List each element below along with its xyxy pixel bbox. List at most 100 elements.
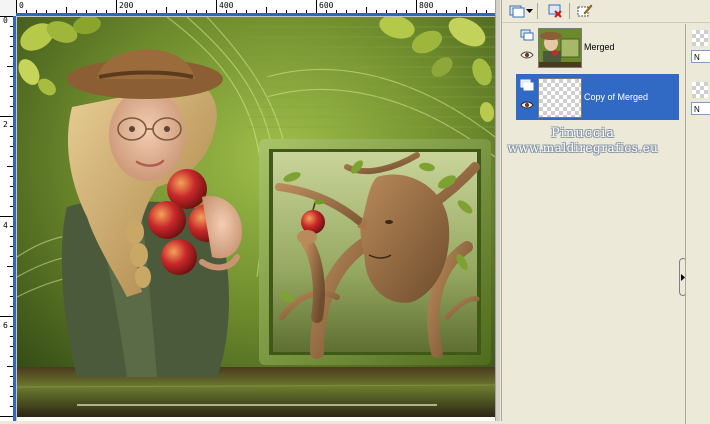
ruler-tick — [10, 86, 13, 87]
ruler-tick — [96, 10, 97, 13]
ruler-top-label: 400 — [219, 1, 234, 10]
layers-palette: Merged Copy of Merged N N — [501, 0, 710, 424]
ruler-tick — [7, 166, 13, 167]
ruler-tick — [10, 196, 13, 197]
ruler-tick — [116, 0, 117, 13]
ruler-tick — [10, 406, 13, 407]
ruler-tick — [46, 10, 47, 13]
ruler-tick — [10, 336, 13, 337]
ruler-tick — [0, 116, 13, 117]
ruler-tick — [10, 56, 13, 57]
ruler-tick — [10, 226, 13, 227]
ruler-tick — [26, 10, 27, 13]
ruler-tick — [456, 10, 457, 13]
layer-thumbnail — [538, 78, 582, 118]
ruler-tick — [10, 96, 13, 97]
ruler-tick — [86, 10, 87, 13]
ruler-tick — [10, 256, 13, 257]
blend-mode-field[interactable]: N — [691, 50, 710, 63]
layer-list: Merged Copy of Merged — [516, 24, 679, 414]
ruler-tick — [7, 66, 13, 67]
ruler-tick — [10, 296, 13, 297]
ruler-tick — [406, 10, 407, 13]
layer-transparency-swatch — [692, 30, 708, 46]
ruler-tick — [0, 416, 13, 417]
ruler-tick — [10, 46, 13, 47]
ruler-tick — [316, 0, 317, 13]
ruler-tick — [10, 176, 13, 177]
ruler-tick — [10, 276, 13, 277]
ruler-tick — [10, 286, 13, 287]
edit-brush-icon — [577, 4, 593, 17]
ruler-top: 0 200 400 600 800 — [16, 0, 500, 17]
ruler-tick — [10, 136, 13, 137]
visibility-eye-icon[interactable] — [520, 100, 534, 110]
canvas-vertical-scrollbar[interactable] — [495, 0, 500, 421]
ruler-left-highlight — [13, 16, 16, 421]
ruler-tick — [326, 10, 327, 13]
ruler-tick — [476, 10, 477, 13]
ruler-tick — [126, 10, 127, 13]
artwork-canvas[interactable] — [17, 17, 495, 417]
ruler-tick — [10, 306, 13, 307]
layer-type-dropdown[interactable] — [524, 2, 534, 20]
ruler-tick — [396, 10, 397, 13]
ruler-tick — [236, 10, 237, 13]
ruler-tick — [10, 356, 13, 357]
ruler-tick — [256, 10, 257, 13]
ruler-top-label: 200 — [119, 1, 134, 10]
ruler-tick — [196, 10, 197, 13]
ruler-top-label: 800 — [419, 1, 434, 10]
ruler-tick — [10, 36, 13, 37]
layer-name: Merged — [584, 42, 615, 52]
canvas-area[interactable]: 0 200 400 600 800 0 2 4 6 — [0, 0, 500, 421]
ruler-tick — [356, 10, 357, 13]
ruler-tick — [306, 10, 307, 13]
blend-mode-field[interactable]: N — [691, 102, 710, 115]
ruler-tick — [146, 10, 147, 13]
layer-row-copy-of-merged[interactable]: Copy of Merged — [516, 74, 679, 120]
ruler-tick — [10, 346, 13, 347]
ruler-left-label: 6 — [3, 321, 8, 330]
layer-row-merged[interactable]: Merged — [516, 24, 679, 70]
ruler-tick — [416, 0, 417, 13]
dropdown-arrow-icon — [525, 8, 533, 13]
ruler-left: 0 2 4 6 — [0, 16, 17, 421]
ruler-tick — [426, 10, 427, 13]
ruler-tick — [10, 236, 13, 237]
visibility-eye-icon[interactable] — [520, 50, 534, 60]
ruler-tick — [10, 156, 13, 157]
ruler-tick — [276, 10, 277, 13]
ruler-tick — [16, 0, 17, 13]
ruler-left-label: 2 — [3, 120, 8, 129]
ruler-tick — [336, 10, 337, 13]
ruler-tick — [226, 10, 227, 13]
ruler-tick — [0, 316, 13, 317]
ruler-tick — [206, 10, 207, 13]
toolbar-separator — [537, 3, 538, 19]
ruler-top-highlight — [16, 13, 500, 16]
ruler-tick — [56, 10, 57, 13]
ruler-tick — [0, 216, 13, 217]
ruler-tick — [166, 7, 167, 13]
ruler-tick — [246, 10, 247, 13]
raster-layer-icon — [520, 29, 534, 41]
ruler-tick — [7, 366, 13, 367]
ruler-tick — [176, 10, 177, 13]
ruler-corner — [0, 0, 17, 17]
ruler-tick — [10, 206, 13, 207]
ruler-tick — [10, 126, 13, 127]
ruler-left-label: 4 — [3, 221, 8, 230]
toolbar-separator — [569, 3, 570, 19]
ruler-tick — [486, 10, 487, 13]
edit-selection-button[interactable] — [574, 2, 596, 20]
ruler-tick — [10, 146, 13, 147]
ruler-tick — [10, 76, 13, 77]
ruler-tick — [0, 16, 13, 17]
ruler-tick — [186, 10, 187, 13]
layer-properties-column: N N — [685, 24, 710, 424]
ruler-tick — [106, 10, 107, 13]
delete-layer-button[interactable] — [544, 2, 566, 20]
ruler-tick — [136, 10, 137, 13]
ruler-tick — [376, 10, 377, 13]
